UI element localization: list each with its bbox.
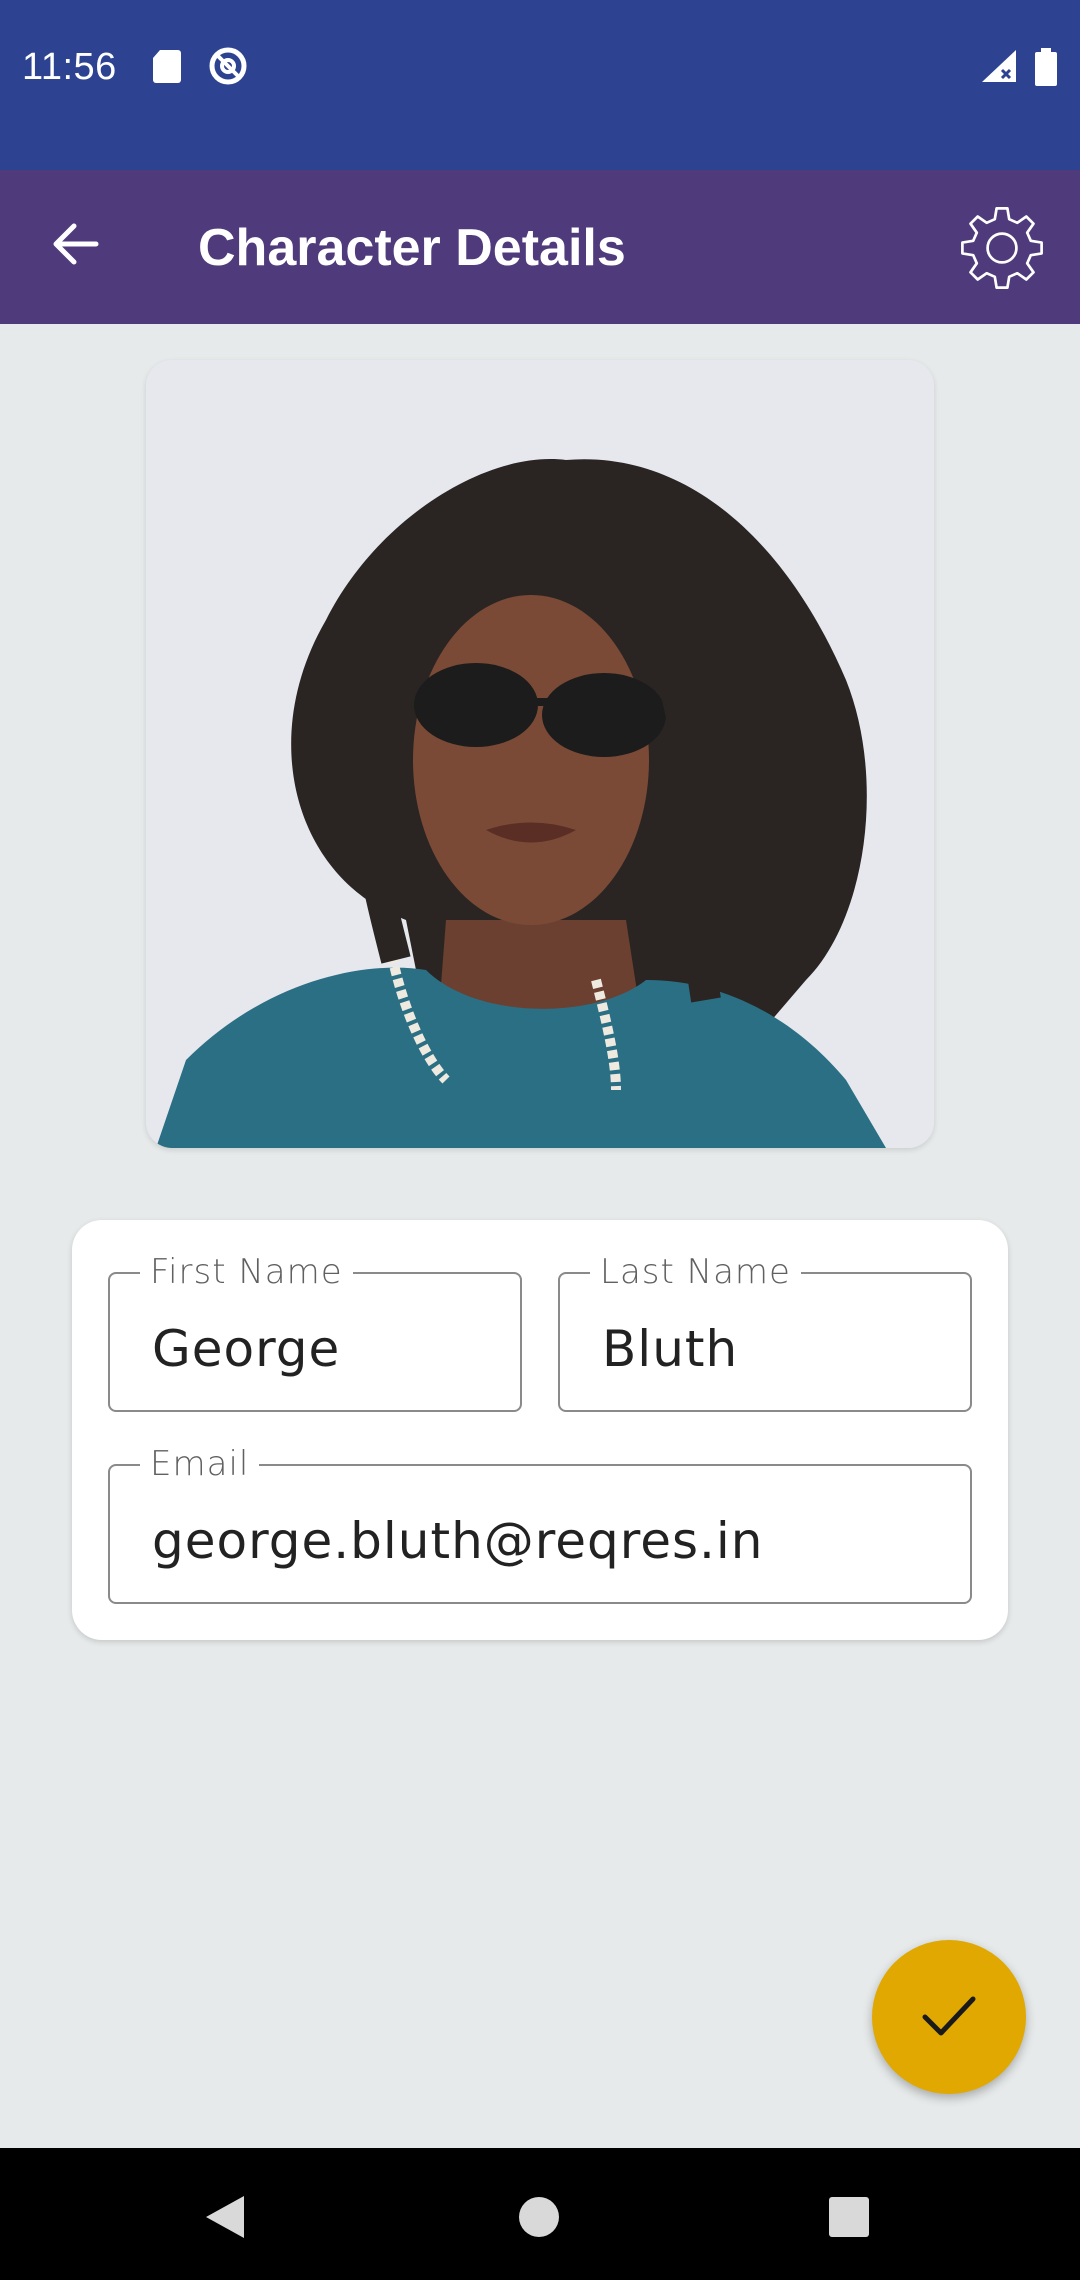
email-label: Email [140, 1444, 260, 1484]
status-bar: 11:56 [0, 0, 1080, 170]
home-circle-icon[interactable] [518, 2196, 560, 2243]
gear-icon [957, 203, 1047, 298]
recents-square-icon[interactable] [828, 2196, 870, 2243]
battery-icon [1034, 48, 1058, 91]
first-name-value[interactable]: George [152, 1320, 340, 1378]
last-name-field[interactable]: Last Name Bluth [558, 1252, 972, 1412]
settings-button[interactable] [950, 200, 1054, 300]
signal-icon [980, 48, 1018, 89]
system-nav-bar [0, 2148, 1080, 2280]
at-sign-icon [208, 46, 248, 91]
first-name-label: First Name [140, 1252, 353, 1292]
last-name-value[interactable]: Bluth [602, 1320, 738, 1378]
first-name-field[interactable]: First Name George [108, 1252, 522, 1412]
app-bar: Character Details [0, 170, 1080, 324]
last-name-label: Last Name [590, 1252, 801, 1292]
page-title: Character Details [198, 219, 626, 277]
details-form: First Name George Last Name Bluth Email … [72, 1220, 1008, 1640]
back-triangle-icon[interactable] [204, 2194, 246, 2245]
check-icon [921, 1993, 977, 2042]
save-button[interactable] [872, 1940, 1026, 2094]
sd-card-icon [152, 48, 182, 89]
profile-photo-illustration [146, 360, 934, 1148]
back-button[interactable] [36, 200, 116, 292]
status-time: 11:56 [22, 46, 117, 88]
profile-photo [146, 360, 934, 1148]
email-field[interactable]: Email george.bluth@reqres.in [108, 1444, 972, 1604]
arrow-back-icon [52, 222, 100, 271]
email-value[interactable]: george.bluth@reqres.in [152, 1512, 763, 1570]
